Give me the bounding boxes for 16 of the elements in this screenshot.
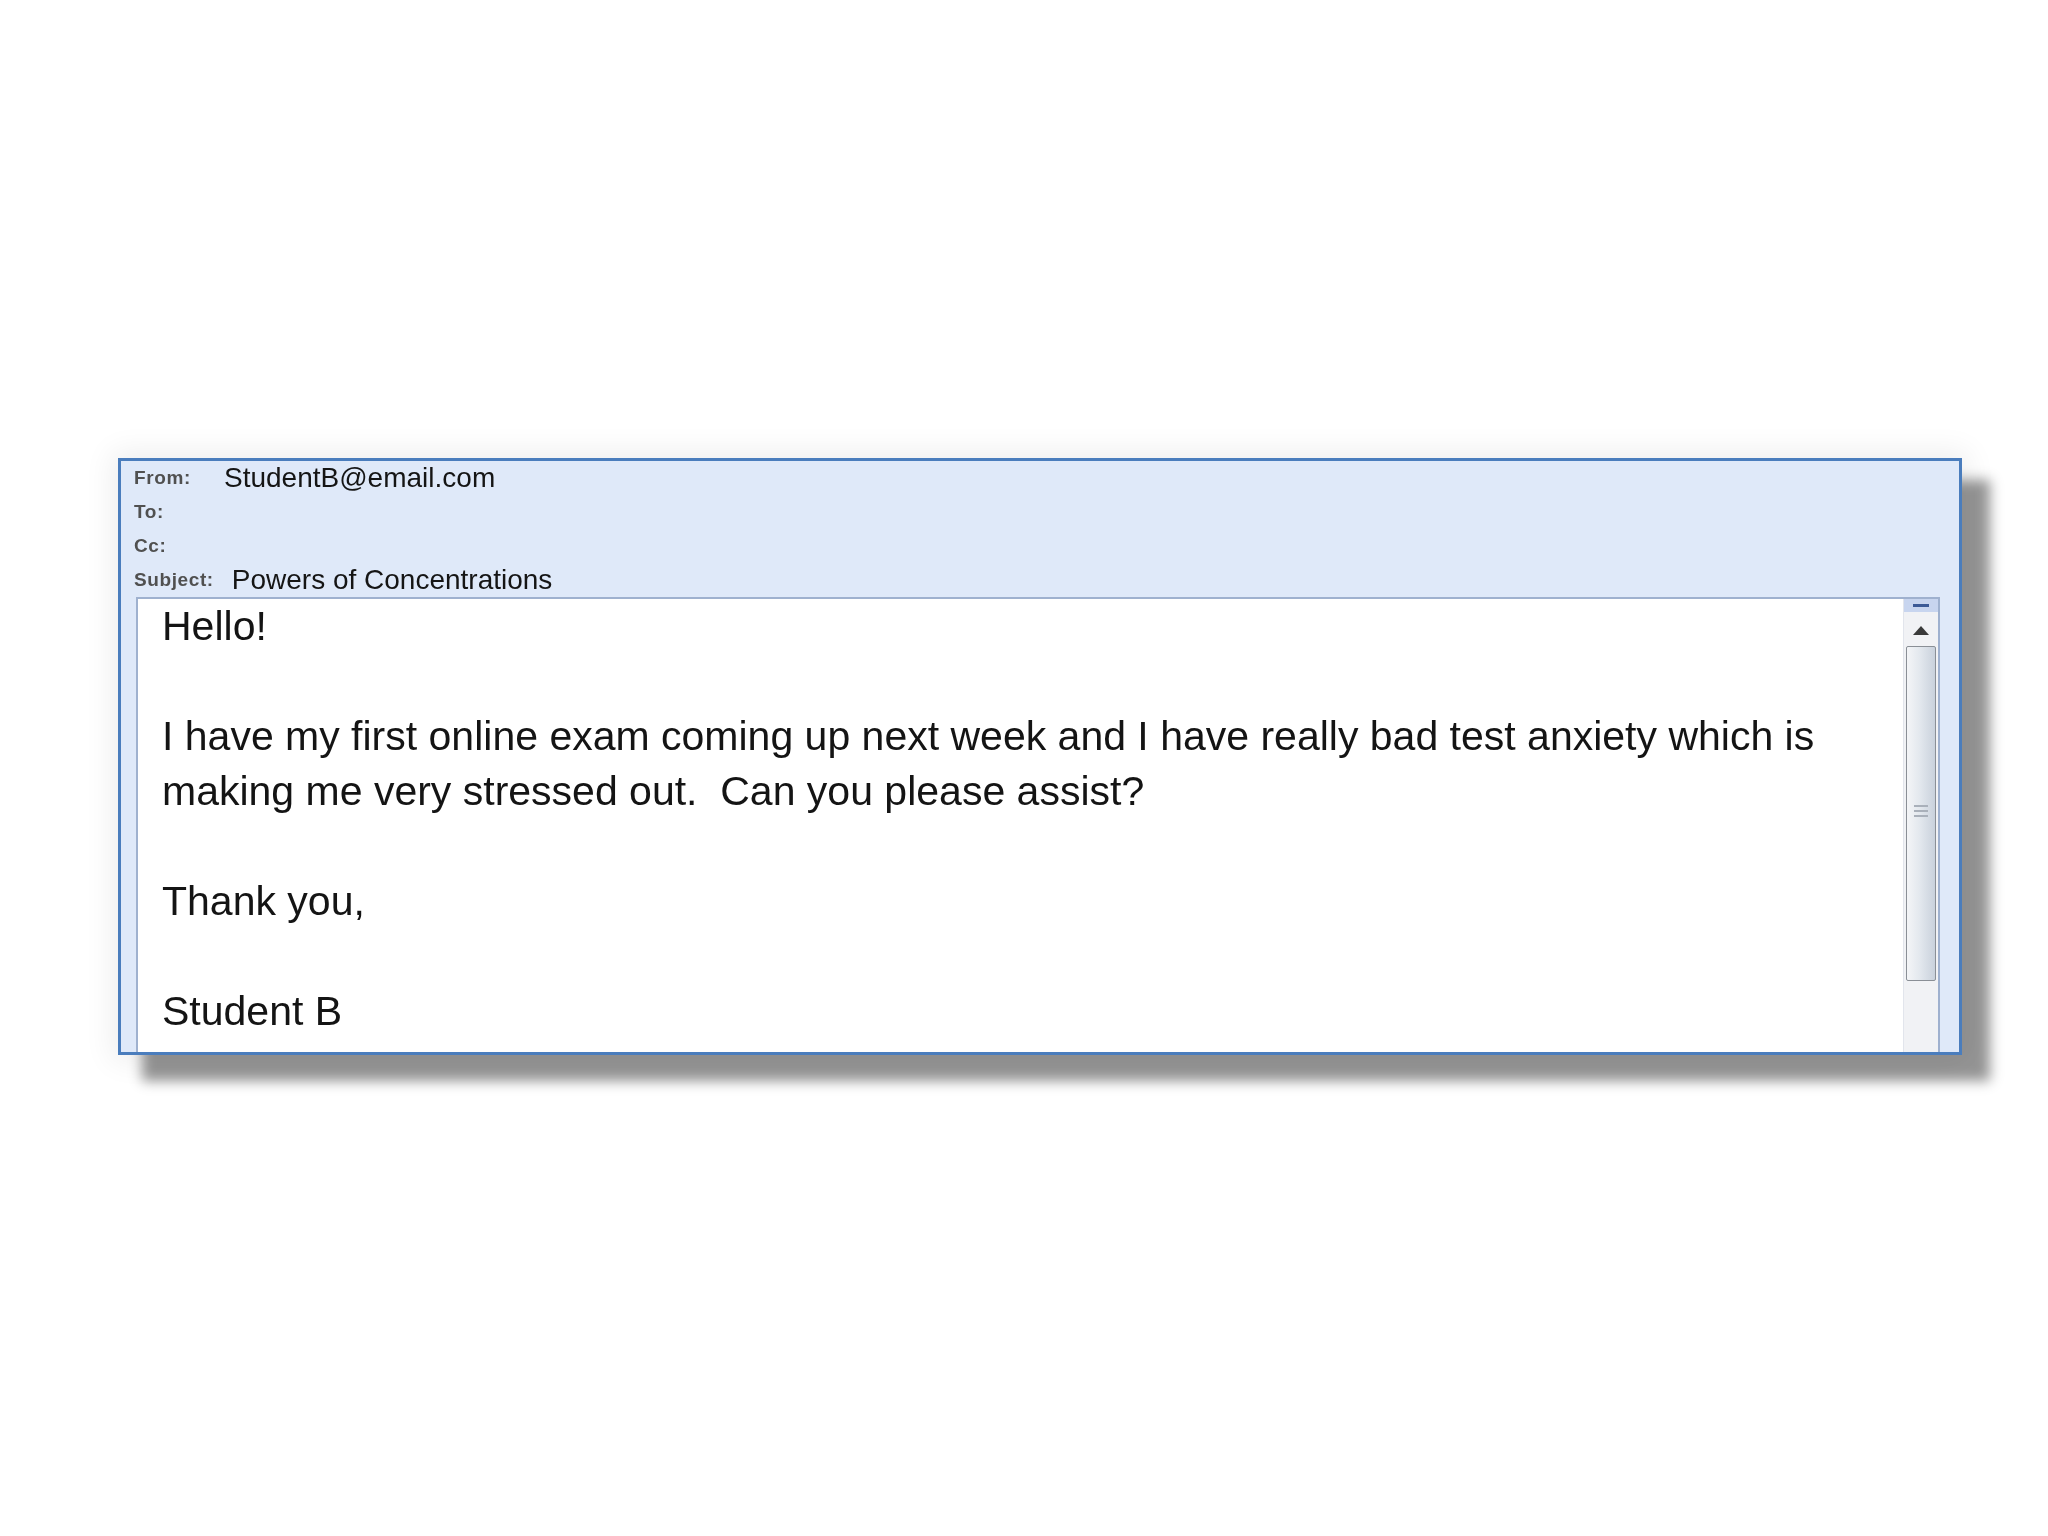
- split-handle-icon[interactable]: [1904, 599, 1938, 612]
- field-label: From:: [134, 467, 192, 489]
- field-label: To:: [134, 501, 165, 523]
- vertical-scrollbar[interactable]: [1903, 599, 1938, 1052]
- up-arrow-icon[interactable]: [1913, 626, 1929, 635]
- grip-icon: [1914, 805, 1928, 817]
- message-text: Hello!: [162, 602, 268, 651]
- message-text: Student B: [162, 987, 344, 1036]
- message-text: I have my first online exam coming up next week and I have really bad test anxiety which is making me very stressed out. Can you please assist?: [162, 712, 1816, 816]
- field-value[interactable]: Powers of Concentrations: [231, 563, 553, 597]
- message-text: Thank you,: [162, 877, 366, 926]
- field-label: Cc:: [134, 535, 168, 557]
- field-value[interactable]: StudentB@email.com: [224, 461, 496, 495]
- message-body-field[interactable]: Hello! I have my first online exam coming up next week and I have really bad test anxiety which is making me very stressed out. Can you please assist? Thank you, Student B: [136, 597, 1940, 1052]
- scrollbar-thumb[interactable]: [1906, 646, 1936, 981]
- field-label: Subject:: [134, 569, 214, 591]
